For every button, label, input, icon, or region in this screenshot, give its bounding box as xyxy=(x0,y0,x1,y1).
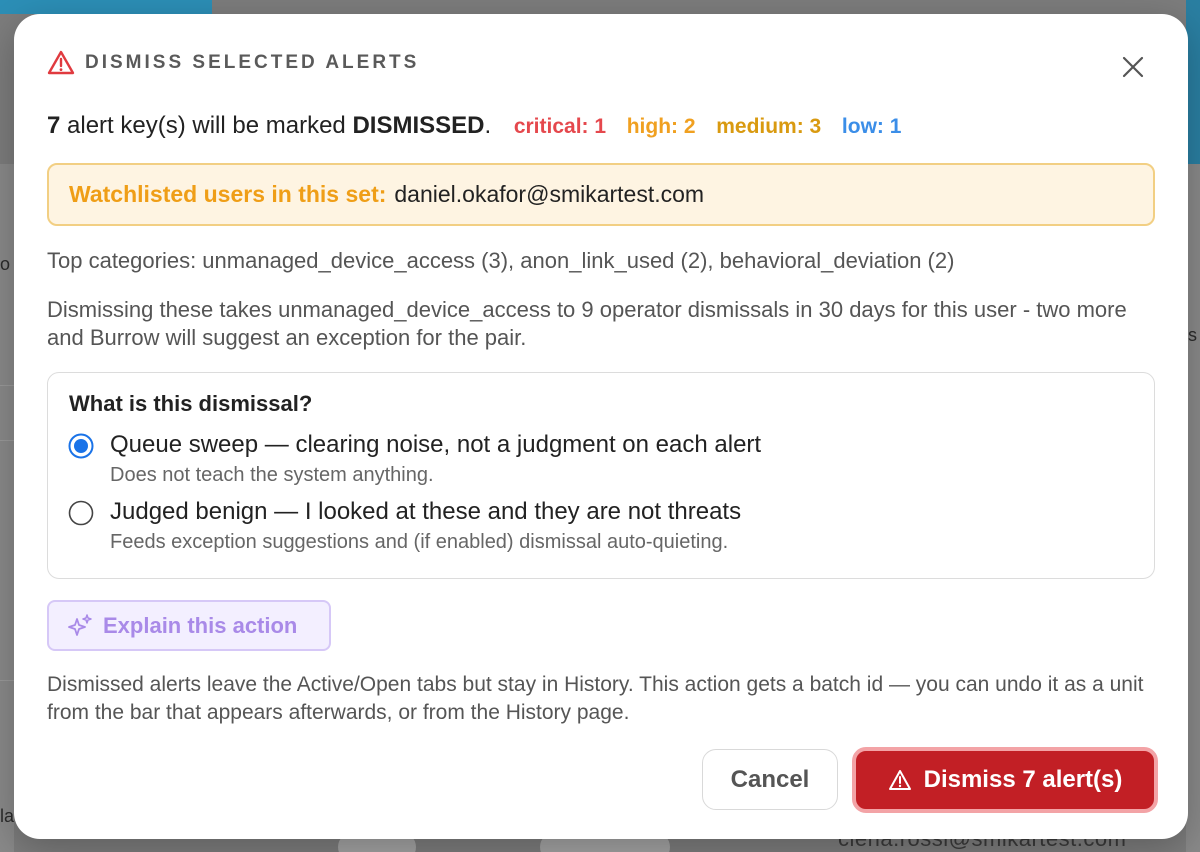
background-panel-right xyxy=(1186,164,1200,852)
dialog-header: DISMISS SELECTED ALERTS xyxy=(47,50,419,76)
severity-critical-count: critical: 1 xyxy=(513,115,607,138)
dialog-title: DISMISS SELECTED ALERTS xyxy=(85,52,420,73)
background-text-fragment: o xyxy=(0,254,11,274)
close-icon[interactable] xyxy=(1120,54,1146,80)
severity-medium-count: medium: 3 xyxy=(716,115,822,138)
warning-triangle-icon xyxy=(47,50,75,75)
severity-high-count: high: 2 xyxy=(626,115,696,138)
top-categories: Top categories: unmanaged_device_access … xyxy=(47,248,955,273)
option-label: Judged benign — I looked at these and th… xyxy=(110,498,742,525)
footer-note: Dismissed alerts leave the Active/Open t… xyxy=(47,673,1144,724)
option-description: Does not teach the system anything. xyxy=(110,464,434,486)
background-row-divider xyxy=(0,385,14,386)
target-status: DISMISSED xyxy=(352,112,485,139)
cancel-button[interactable]: Cancel xyxy=(702,749,838,810)
background-row-divider xyxy=(0,440,14,441)
option-description: Feeds exception suggestions and (if enab… xyxy=(110,531,729,553)
dismiss-alerts-button[interactable]: Dismiss 7 alert(s) xyxy=(852,747,1158,813)
dismiss-summary: 7 alert key(s) will be marked DISMISSED.… xyxy=(47,112,901,140)
dismiss-alerts-dialog: DISMISS SELECTED ALERTS 7 alert key(s) w… xyxy=(14,14,1188,839)
summary-period: . xyxy=(484,112,492,139)
radio-selected[interactable] xyxy=(68,433,94,459)
severity-low-count: low: 1 xyxy=(841,115,902,138)
warning-triangle-icon xyxy=(888,770,911,790)
watchlist-label: Watchlisted users in this set: xyxy=(69,181,387,207)
explain-action-label: Explain this action xyxy=(103,612,298,638)
dismiss-button-label: Dismiss 7 alert(s) xyxy=(923,766,1123,793)
alert-count: 7 xyxy=(47,112,61,139)
watchlist-banner: Watchlisted users in this set: daniel.ok… xyxy=(47,163,1155,226)
dismissal-type-group: What is this dismissal? Queue sweep — cl… xyxy=(47,372,1155,579)
explain-action-button[interactable]: Explain this action xyxy=(47,600,331,651)
background-row-divider xyxy=(0,680,14,681)
radio-unselected[interactable] xyxy=(68,500,94,526)
background-header-strip xyxy=(0,0,212,14)
background-header-strip-right xyxy=(1186,0,1200,164)
summary-text: alert key(s) will be marked xyxy=(67,112,346,139)
background-text-fragment: s xyxy=(1188,325,1197,345)
watchlist-user: daniel.okafor@smikartest.com xyxy=(394,181,705,207)
dismissal-type-question: What is this dismissal? xyxy=(69,391,313,416)
background-text-fragment: la xyxy=(0,806,15,826)
impact-note: Dismissing these takes unmanaged_device_… xyxy=(47,297,1127,350)
sparkles-icon xyxy=(68,613,92,636)
option-label: Queue sweep — clearing noise, not a judg… xyxy=(110,431,762,458)
